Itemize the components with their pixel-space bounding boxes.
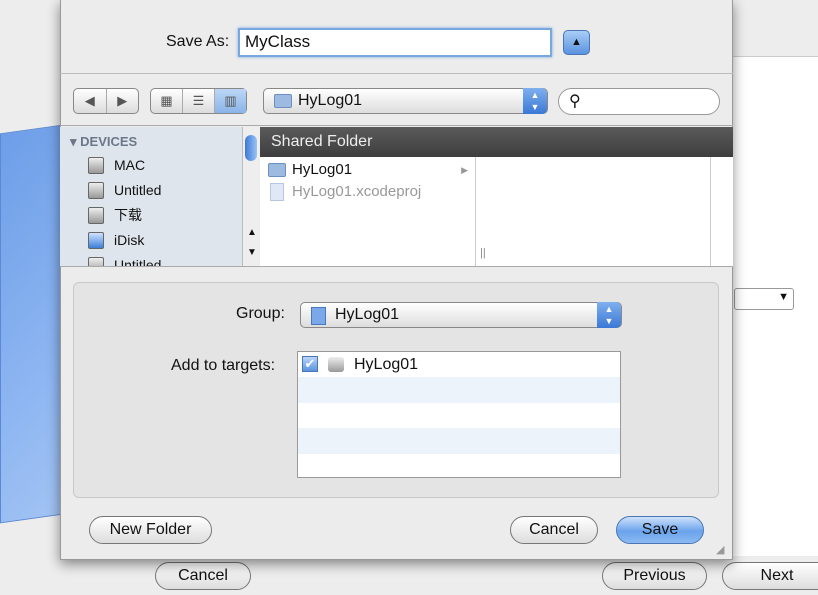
targets-label: Add to targets: bbox=[171, 357, 276, 374]
target-row[interactable]: ✔ HyLog01 bbox=[298, 352, 620, 377]
xcode-project-icon bbox=[270, 183, 284, 201]
sidebar-item-mac[interactable]: MAC bbox=[88, 154, 145, 176]
folder-icon bbox=[268, 163, 286, 177]
back-forward-control[interactable]: ◀ ▶ bbox=[73, 88, 139, 114]
sidebar-item-label: Untitled bbox=[114, 257, 162, 266]
previous-button[interactable]: Previous bbox=[602, 562, 707, 590]
shared-folder-header: Shared Folder bbox=[260, 127, 733, 157]
resize-grip-icon[interactable]: ◢ bbox=[716, 543, 724, 556]
group-icon bbox=[311, 307, 326, 325]
sidebar-scrollbar[interactable]: ▲ ▼ bbox=[242, 127, 260, 266]
stepper-icon: ▲ ▼ bbox=[523, 88, 547, 114]
hard-disk-icon bbox=[88, 207, 104, 224]
scroll-up-icon[interactable]: ▲ bbox=[247, 227, 257, 238]
target-app-icon bbox=[328, 357, 344, 372]
cancel-button[interactable]: Cancel bbox=[510, 516, 598, 544]
view-mode-control[interactable]: ▦ ☰ ▥ bbox=[150, 88, 247, 114]
hard-disk-icon bbox=[88, 157, 104, 174]
sidebar-item-label: iDisk bbox=[114, 232, 145, 248]
idisk-icon bbox=[88, 232, 104, 249]
forward-icon[interactable]: ▶ bbox=[107, 89, 139, 113]
location-popup[interactable]: HyLog01 ▲ ▼ bbox=[263, 88, 548, 114]
sidebar-item-label: MAC bbox=[114, 157, 146, 173]
sidebar: ▾ DEVICES MAC Untitled 下载 iDisk Untitled bbox=[60, 127, 242, 266]
scroll-thumb[interactable] bbox=[245, 135, 257, 161]
group-popup[interactable]: HyLog01 ▲ ▼ bbox=[300, 302, 622, 328]
group-label: Group: bbox=[236, 305, 285, 322]
column-view-icon[interactable]: ▥ bbox=[215, 89, 246, 113]
icon-view-icon[interactable]: ▦ bbox=[151, 89, 183, 113]
sidebar-item-label: 下载 bbox=[114, 207, 142, 223]
chevron-down-icon: ▼ bbox=[778, 291, 789, 303]
back-icon[interactable]: ◀ bbox=[74, 89, 107, 113]
save-as-input[interactable]: MyClass bbox=[238, 28, 552, 57]
collapse-toggle-button[interactable]: ▲ bbox=[563, 30, 590, 55]
group-value: HyLog01 bbox=[335, 306, 400, 323]
devices-label: DEVICES bbox=[80, 134, 138, 149]
scroll-down-icon[interactable]: ▼ bbox=[247, 247, 257, 258]
target-checkbox[interactable]: ✔ bbox=[302, 356, 318, 372]
sidebar-item-downloads[interactable]: 下载 bbox=[88, 204, 142, 226]
disclosure-arrow-icon: ▶ bbox=[461, 165, 468, 175]
sidebar-item-untitled-2[interactable]: Untitled bbox=[88, 254, 161, 266]
item-label: HyLog01 bbox=[292, 161, 353, 178]
save-button[interactable]: Save bbox=[616, 516, 704, 544]
wizard-cancel-button[interactable]: Cancel bbox=[155, 562, 251, 590]
location-label: HyLog01 bbox=[298, 92, 363, 109]
sidebar-item-idisk[interactable]: iDisk bbox=[88, 229, 144, 251]
stepper-icon: ▲ ▼ bbox=[597, 302, 621, 328]
item-label: HyLog01.xcodeproj bbox=[292, 183, 422, 200]
divider bbox=[60, 73, 733, 74]
column-browser: HyLog01 ▶ HyLog01.xcodeproj || bbox=[260, 157, 733, 266]
divider bbox=[60, 266, 733, 267]
triangle-up-icon: ▲ bbox=[571, 36, 582, 48]
target-label: HyLog01 bbox=[354, 356, 419, 373]
hard-disk-icon bbox=[88, 182, 104, 199]
divider bbox=[60, 125, 733, 126]
search-icon: ⚲ bbox=[569, 93, 581, 110]
sidebar-item-label: Untitled bbox=[114, 182, 162, 198]
hard-disk-icon bbox=[88, 257, 104, 266]
column-resize-handle[interactable]: || bbox=[480, 247, 486, 259]
save-as-label: Save As: bbox=[166, 33, 230, 50]
sidebar-item-untitled[interactable]: Untitled bbox=[88, 179, 161, 201]
next-button[interactable]: Next bbox=[722, 562, 818, 590]
browser-item-xcodeproj: HyLog01.xcodeproj bbox=[264, 181, 474, 203]
devices-heading[interactable]: ▾ DEVICES bbox=[70, 134, 137, 150]
search-input[interactable]: ⚲ bbox=[558, 88, 720, 115]
browser-item-hylog01[interactable]: HyLog01 ▶ bbox=[264, 159, 474, 181]
folder-icon bbox=[274, 94, 292, 108]
list-view-icon[interactable]: ☰ bbox=[183, 89, 215, 113]
targets-list: ✔ HyLog01 bbox=[297, 351, 621, 478]
new-folder-button[interactable]: New Folder bbox=[89, 516, 212, 544]
background-dropdown[interactable]: ▼ bbox=[734, 288, 794, 310]
